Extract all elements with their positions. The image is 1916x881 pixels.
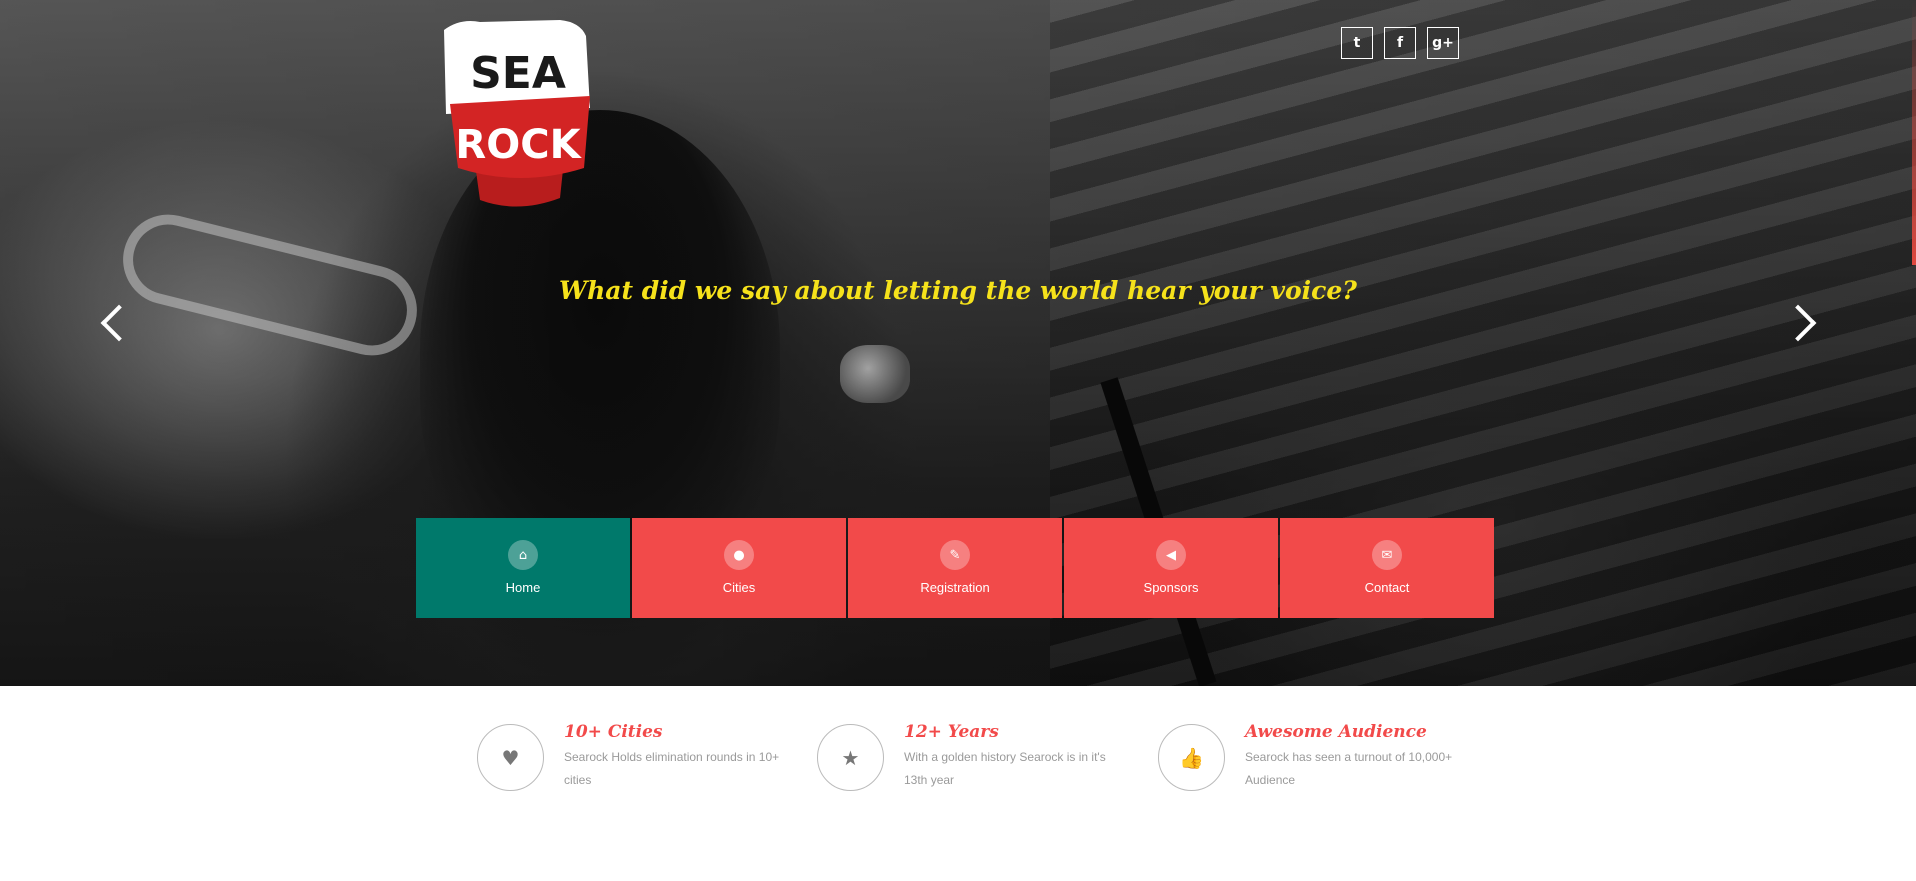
map-pin-icon: ● bbox=[724, 540, 754, 570]
nav-home-label: Home bbox=[505, 580, 541, 595]
features-section: ♥ 10+ Cities Searock Holds elimination r… bbox=[0, 686, 1916, 832]
google-plus-icon[interactable]: g+ bbox=[1427, 27, 1459, 59]
feature-cities: ♥ 10+ Cities Searock Holds elimination r… bbox=[477, 722, 784, 792]
nav-cities[interactable]: ● Cities bbox=[632, 518, 846, 618]
feature-title: 10+ Cities bbox=[564, 722, 663, 742]
thumbs-up-icon: 👍 bbox=[1158, 724, 1225, 791]
scroll-indicator bbox=[1912, 0, 1916, 265]
feature-audience: 👍 Awesome Audience Searock has seen a tu… bbox=[1158, 722, 1465, 792]
nav-home[interactable]: ⌂ Home bbox=[416, 518, 630, 618]
nav-registration[interactable]: ✎ Registration bbox=[848, 518, 1062, 618]
hero-slider: SEA ROCK t f g+ What did we say about le… bbox=[0, 0, 1916, 686]
nav-contact-label: Contact bbox=[1364, 580, 1410, 595]
logo-text-bottom: ROCK bbox=[455, 122, 582, 168]
edit-icon: ✎ bbox=[940, 540, 970, 570]
feature-description: With a golden history Searock is in it's… bbox=[904, 750, 1106, 787]
twitter-icon[interactable]: t bbox=[1341, 27, 1373, 59]
site-logo[interactable]: SEA ROCK bbox=[440, 18, 596, 214]
nav-cities-label: Cities bbox=[722, 580, 756, 595]
facebook-icon[interactable]: f bbox=[1384, 27, 1416, 59]
hero-tagline: What did we say about letting the world … bbox=[559, 276, 1357, 305]
megaphone-icon: ◀ bbox=[1156, 540, 1186, 570]
slider-next-arrow-icon[interactable] bbox=[1785, 300, 1815, 340]
page-content-below bbox=[0, 832, 1916, 881]
feature-title: Awesome Audience bbox=[1245, 722, 1427, 742]
star-half-icon: ★ bbox=[817, 724, 884, 791]
nav-sponsors[interactable]: ◀ Sponsors bbox=[1064, 518, 1278, 618]
nav-registration-label: Registration bbox=[920, 580, 990, 595]
nav-sponsors-label: Sponsors bbox=[1143, 580, 1199, 595]
home-icon: ⌂ bbox=[508, 540, 538, 570]
feature-description: Searock has seen a turnout of 10,000+ Au… bbox=[1245, 750, 1453, 787]
feature-years: ★ 12+ Years With a golden history Searoc… bbox=[817, 722, 1124, 792]
feature-description: Searock Holds elimination rounds in 10+ … bbox=[564, 750, 780, 787]
logo-text-top: SEA bbox=[470, 48, 566, 99]
slider-prev-arrow-icon[interactable] bbox=[96, 300, 126, 340]
feature-title: 12+ Years bbox=[904, 722, 999, 742]
main-nav: ⌂ Home ● Cities ✎ Registration ◀ Sponsor… bbox=[416, 518, 1494, 618]
envelope-icon: ✉ bbox=[1372, 540, 1402, 570]
social-links: t f g+ bbox=[1341, 27, 1459, 59]
heart-icon: ♥ bbox=[477, 724, 544, 791]
nav-contact[interactable]: ✉ Contact bbox=[1280, 518, 1494, 618]
